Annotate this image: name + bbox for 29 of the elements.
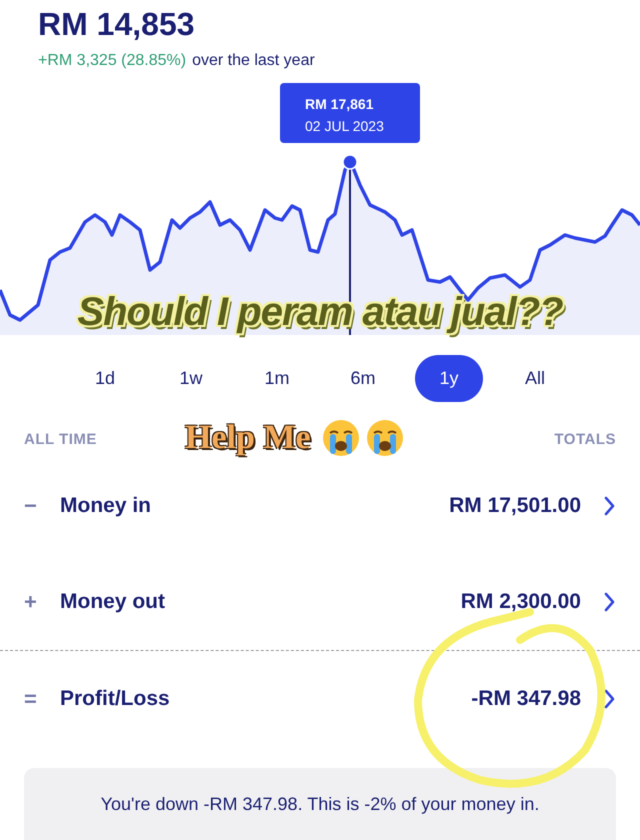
sign-symbol: − [24,493,38,519]
range-tab[interactable]: 1m [243,355,311,402]
crying-face-icon [320,418,361,458]
row-label: Profit/Loss [60,686,171,710]
crying-face-icon [364,418,405,458]
range-tab[interactable]: 6m [329,355,397,402]
info-text: You're down -RM 347.98. This is -2% of your money in. [100,794,540,814]
row-value: -RM 347.98 [471,686,581,710]
sign-symbol: = [24,686,38,712]
range-tab[interactable]: 1w [157,355,225,402]
chevron-right-icon[interactable] [603,496,616,516]
section-label: ALL TIME [24,430,97,448]
range-tab[interactable]: 1y [415,355,483,402]
tooltip-date: 02 JUL 2023 [305,117,384,136]
section-label: TOTALS [554,430,616,448]
balance-change: +RM 3,325 (28.85%) [38,51,186,71]
row-value: RM 17,501.00 [449,494,581,518]
sign-symbol: + [24,589,38,615]
range-tab[interactable]: 1d [71,355,139,402]
row-label: Money in [60,494,152,518]
chevron-right-icon[interactable] [603,592,616,612]
range-tab[interactable]: All [501,355,569,402]
row-value: RM 2,300.00 [460,590,581,614]
overlay-text: Help Me [185,418,311,458]
row-label: Money out [60,590,166,614]
tooltip-value: RM 17,861 [305,95,374,114]
chevron-right-icon[interactable] [603,688,616,708]
balance-amount: RM 14,853 [38,5,196,44]
change-period: over the last year [192,51,315,71]
